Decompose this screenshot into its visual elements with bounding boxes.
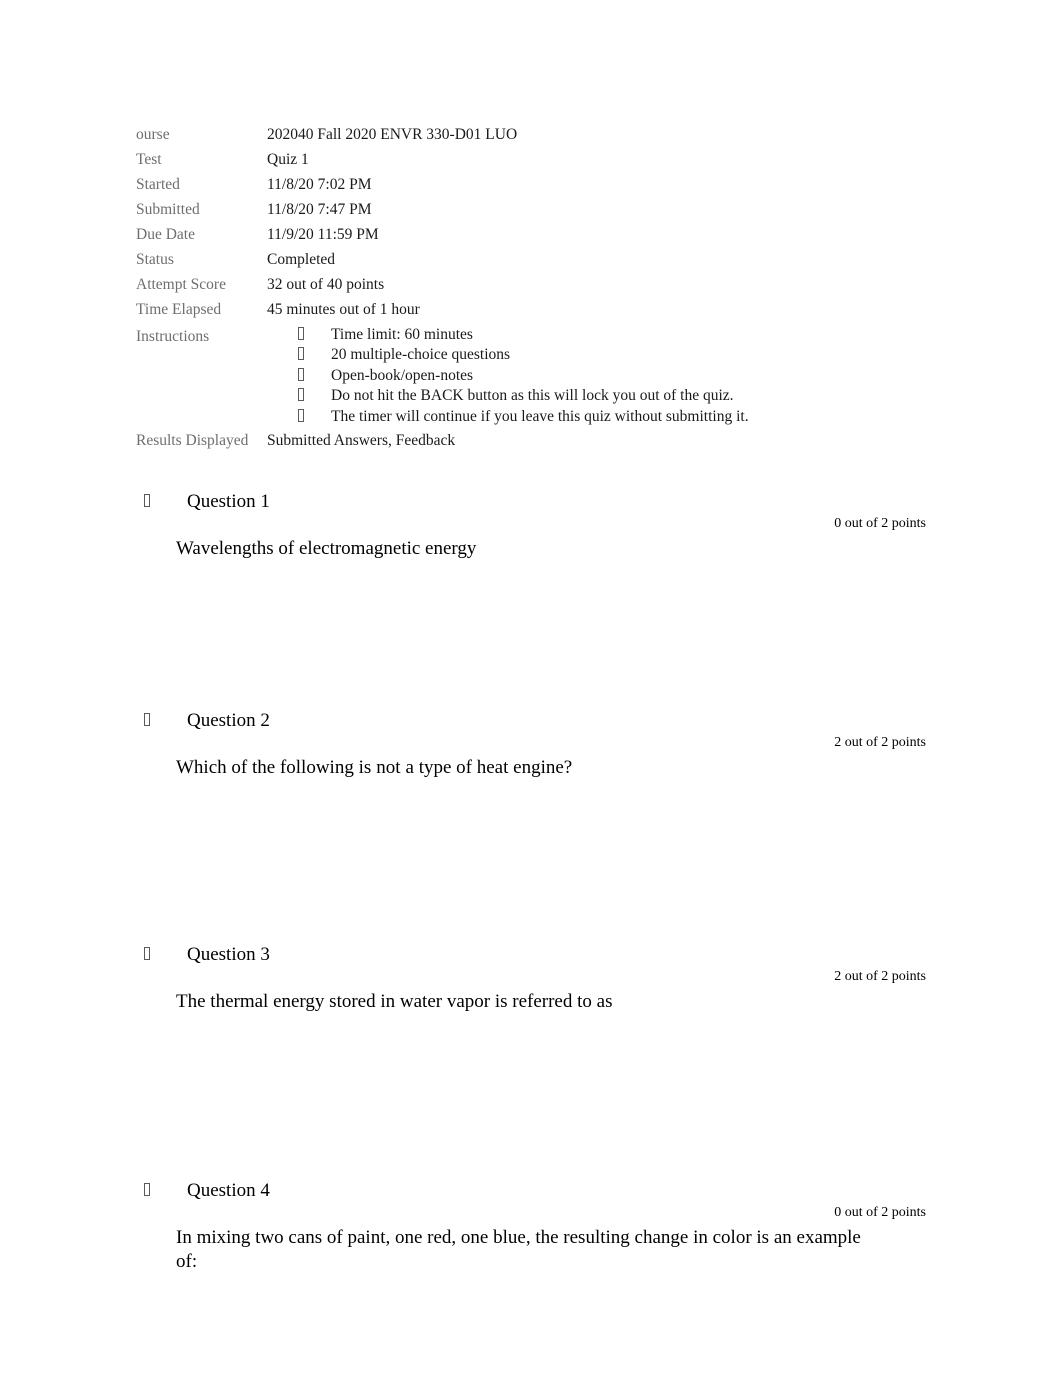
question-title: Question 3 <box>187 944 270 965</box>
instruction-item: 20 multiple-choice questions <box>267 345 936 366</box>
question-text: The thermal energy stored in water vapor… <box>176 990 876 1014</box>
metadata-value: 45 minutes out of 1 hour <box>267 301 420 318</box>
metadata-value: 202040 Fall 2020 ENVR 330-D01 LUO <box>267 126 518 143</box>
metadata-value-results-displayed: Submitted Answers, Feedback <box>267 431 456 449</box>
question-points: 0 out of 2 points <box>834 516 926 531</box>
bullet-icon <box>144 712 150 730</box>
question-title: Question 2 <box>187 710 270 731</box>
metadata-row-due-date: Due Date 11/9/20 11:59 PM <box>136 224 936 247</box>
metadata-value: 11/8/20 7:47 PM <box>267 201 372 218</box>
instruction-item: Open-book/open-notes <box>267 366 936 387</box>
bullet-icon <box>144 1182 150 1200</box>
metadata-value: Quiz 1 <box>267 151 309 168</box>
bullet-icon <box>267 325 331 346</box>
question-text-emphasis: not <box>376 757 401 778</box>
metadata-label: Started <box>136 176 180 193</box>
metadata-label-instructions: Instructions <box>136 327 210 345</box>
instruction-text: Open-book/open-notes <box>331 366 474 384</box>
instruction-item: The timer will continue if you leave thi… <box>267 407 936 428</box>
metadata-row-time-elapsed: Time Elapsed 45 minutes out of 1 hour <box>136 299 936 322</box>
metadata-value: 11/9/20 11:59 PM <box>267 226 379 243</box>
metadata-label: Test <box>136 151 162 168</box>
quiz-results-page: ourse 202040 Fall 2020 ENVR 330-D01 LUO … <box>0 0 1062 1377</box>
bullet-icon <box>144 493 150 511</box>
metadata-value: 11/8/20 7:02 PM <box>267 176 372 193</box>
attempt-metadata-table: ourse 202040 Fall 2020 ENVR 330-D01 LUO … <box>136 124 936 455</box>
metadata-value: Completed <box>267 251 336 268</box>
question-header: Question 1 0 out of 2 points <box>0 489 1062 531</box>
question-header: Question 2 2 out of 2 points <box>0 708 1062 750</box>
metadata-row-status: Status Completed <box>136 249 936 272</box>
question-title: Question 1 <box>187 491 270 512</box>
metadata-row-started: Started 11/8/20 7:02 PM <box>136 174 936 197</box>
question-text-part: Wavelengths of electromagnetic energy <box>176 538 477 559</box>
metadata-row-instructions: Instructions Time limit: 60 minutes 20 m… <box>136 326 936 428</box>
question-title: Question 4 <box>187 1180 270 1201</box>
question-block: Question 1 0 out of 2 points Wavelengths… <box>0 489 1062 559</box>
metadata-label: ourse <box>136 126 170 143</box>
instruction-text: Do not hit the BACK button as this will … <box>331 387 734 404</box>
question-header: Question 4 0 out of 2 points <box>0 1178 1062 1220</box>
bullet-icon <box>267 407 331 428</box>
instruction-item: Time limit: 60 minutes <box>267 325 936 346</box>
instructions-list-container: Time limit: 60 minutes 20 multiple-choic… <box>267 325 936 428</box>
metadata-label: Status <box>136 251 174 268</box>
metadata-label: Attempt Score <box>136 276 226 293</box>
metadata-row-submitted: Submitted 11/8/20 7:47 PM <box>136 199 936 222</box>
metadata-label: Submitted <box>136 201 200 218</box>
metadata-row-attempt-score: Attempt Score 32 out of 40 points <box>136 274 936 297</box>
bullet-icon <box>144 946 150 964</box>
question-text: Which of the following is not a type of he… <box>176 756 876 780</box>
question-text-part: Which of the following is <box>176 757 372 778</box>
question-text-part: The thermal energy stored in water vapor… <box>176 991 613 1012</box>
question-points: 2 out of 2 points <box>834 969 926 984</box>
question-header: Question 3 2 out of 2 points <box>0 942 1062 984</box>
bullet-icon <box>267 345 331 366</box>
metadata-label-results-displayed: Results Displayed <box>136 431 249 449</box>
instruction-text: 20 multiple-choice questions <box>331 346 511 363</box>
question-points: 0 out of 2 points <box>834 1205 926 1220</box>
metadata-label: Due Date <box>136 226 195 243</box>
bullet-icon <box>267 386 331 407</box>
question-block: Question 3 2 out of 2 points The thermal… <box>0 942 1062 1012</box>
question-block: Question 4 0 out of 2 points In mixing t… <box>0 1178 1062 1272</box>
question-block: Question 2 2 out of 2 points Which of th… <box>0 708 1062 778</box>
metadata-row-test: Test Quiz 1 <box>136 149 936 172</box>
instructions-list: Time limit: 60 minutes 20 multiple-choic… <box>267 325 936 428</box>
metadata-row-results-displayed: Results Displayed Submitted Answers, Fee… <box>136 430 936 453</box>
instruction-text: The timer will continue if you leave thi… <box>331 407 749 425</box>
question-text: In mixing two cans of paint, one red, on… <box>176 1226 866 1274</box>
question-text: Wavelengths of electromagnetic energy <box>176 537 876 561</box>
metadata-row-course: ourse 202040 Fall 2020 ENVR 330-D01 LUO <box>136 124 936 147</box>
instruction-text: Time limit: 60 minutes <box>331 325 473 343</box>
instruction-item: Do not hit the BACK button as this will … <box>267 386 936 407</box>
metadata-label: Time Elapsed <box>136 301 222 318</box>
question-points: 2 out of 2 points <box>834 735 926 750</box>
question-text-part: In mixing two cans of paint, one red, on… <box>176 1227 861 1272</box>
question-text-part: a type of heat engine? <box>405 757 573 778</box>
metadata-value: 32 out of 40 points <box>267 276 385 293</box>
bullet-icon <box>267 366 331 387</box>
